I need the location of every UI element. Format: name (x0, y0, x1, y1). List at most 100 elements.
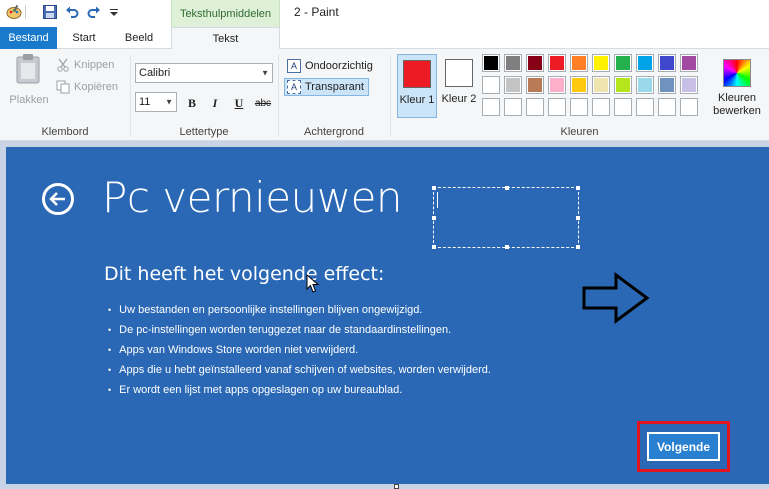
opaque-label: Ondoorzichtig (305, 60, 373, 72)
palette-color-swatch[interactable] (482, 76, 500, 94)
next-button[interactable]: Volgende (647, 432, 720, 461)
palette-color-swatch[interactable] (482, 98, 500, 116)
canvas-area[interactable]: Pc vernieuwen Dit heeft het volgende eff… (0, 141, 769, 489)
edit-colors-label: Kleuren bewerken (713, 92, 761, 117)
palette-color-swatch[interactable] (548, 54, 566, 72)
font-family-dropdown[interactable]: Calibri ▼ (135, 63, 273, 83)
resize-handle[interactable] (576, 216, 580, 220)
group-label-background: Achtergrond (304, 126, 364, 138)
customize-toolbar-icon[interactable] (106, 4, 122, 20)
group-label-colors: Kleuren (560, 126, 599, 138)
paste-button[interactable]: Plakken (6, 53, 52, 119)
palette-color-swatch[interactable] (526, 76, 544, 94)
copy-button[interactable]: Kopiëren (56, 80, 118, 94)
palette-color-swatch[interactable] (636, 98, 654, 116)
mouse-cursor-icon (306, 274, 320, 293)
palette-color-swatch[interactable] (614, 54, 632, 72)
font-size-value: 11 (139, 96, 151, 108)
palette-color-swatch[interactable] (636, 76, 654, 94)
palette-color-swatch[interactable] (526, 98, 544, 116)
color1-label: Kleur 1 (399, 94, 435, 106)
canvas-resize-handle[interactable] (394, 484, 399, 489)
palette-color-swatch[interactable] (504, 76, 522, 94)
tab-file[interactable]: Bestand (0, 27, 57, 49)
tab-view[interactable]: Beeld (111, 27, 167, 49)
paint-app-icon[interactable] (6, 4, 22, 20)
color1-button[interactable]: Kleur 1 (397, 54, 437, 118)
color2-button[interactable]: Kleur 2 (439, 54, 479, 118)
ribbon: Plakken Knippen Kopiëren Klembord Calibr… (0, 49, 769, 141)
separator (390, 55, 391, 137)
back-arrow-icon (42, 183, 74, 215)
palette-color-swatch[interactable] (570, 76, 588, 94)
palette-color-swatch[interactable] (592, 54, 610, 72)
chevron-down-icon: ▼ (261, 68, 269, 78)
chevron-down-icon: ▼ (165, 97, 173, 107)
separator (22, 4, 30, 20)
redo-icon[interactable] (86, 4, 102, 20)
list-item: Apps van Windows Store worden niet verwi… (108, 340, 491, 360)
palette-color-swatch[interactable] (614, 98, 632, 116)
italic-button[interactable]: I (206, 94, 224, 112)
image-canvas[interactable]: Pc vernieuwen Dit heeft het volgende eff… (6, 147, 769, 484)
separator (130, 55, 131, 137)
palette-color-swatch[interactable] (570, 98, 588, 116)
palette-color-swatch[interactable] (548, 76, 566, 94)
resize-handle[interactable] (576, 186, 580, 190)
undo-icon[interactable] (64, 4, 80, 20)
resize-handle[interactable] (505, 245, 509, 249)
resize-handle[interactable] (432, 245, 436, 249)
cut-button[interactable]: Knippen (56, 58, 114, 72)
tab-start[interactable]: Start (57, 27, 111, 49)
resize-handle[interactable] (432, 186, 436, 190)
list-item: Er wordt een lijst met apps opgeslagen o… (108, 380, 491, 400)
group-label-clipboard: Klembord (41, 126, 89, 138)
palette-color-swatch[interactable] (680, 54, 698, 72)
font-size-dropdown[interactable]: 11 ▼ (135, 92, 177, 112)
group-label-font: Lettertype (179, 126, 229, 138)
edit-colors-button[interactable]: Kleuren bewerken (706, 55, 768, 121)
palette-color-swatch[interactable] (636, 54, 654, 72)
palette-color-swatch[interactable] (504, 54, 522, 72)
separator (278, 55, 279, 137)
opaque-option[interactable]: A Ondoorzichtig (285, 57, 377, 75)
list-item: De pc-instellingen worden teruggezet naa… (108, 320, 491, 340)
transparent-label: Transparant (305, 81, 364, 93)
bold-button[interactable]: B (183, 94, 201, 112)
color1-swatch (403, 60, 431, 88)
tab-text[interactable]: Tekst (171, 27, 280, 50)
palette-color-swatch[interactable] (592, 98, 610, 116)
resize-handle[interactable] (576, 245, 580, 249)
list-item: Uw bestanden en persoonlijke instellinge… (108, 300, 491, 320)
underline-button[interactable]: U (230, 94, 248, 112)
palette-color-swatch[interactable] (658, 98, 676, 116)
palette-color-swatch[interactable] (482, 54, 500, 72)
palette-color-swatch[interactable] (680, 76, 698, 94)
palette-color-swatch[interactable] (658, 76, 676, 94)
font-family-value: Calibri (139, 67, 171, 79)
contextual-tab-group-label: Teksthulpmiddelen (171, 0, 280, 27)
resize-handle[interactable] (432, 216, 436, 220)
copy-icon (56, 80, 70, 94)
color2-label: Kleur 2 (441, 93, 477, 105)
palette-color-swatch[interactable] (658, 54, 676, 72)
palette-color-swatch[interactable] (614, 76, 632, 94)
copy-label: Kopiëren (74, 81, 119, 93)
palette-color-swatch[interactable] (570, 54, 588, 72)
color2-swatch (445, 59, 473, 87)
palette-color-swatch[interactable] (548, 98, 566, 116)
transparent-option[interactable]: A Transparant (284, 78, 369, 96)
palette-color-swatch[interactable] (504, 98, 522, 116)
strikethrough-button[interactable]: abc (252, 94, 274, 112)
palette-color-swatch[interactable] (680, 98, 698, 116)
text-selection-box[interactable] (432, 186, 580, 249)
save-icon[interactable] (42, 4, 58, 20)
cut-label: Knippen (74, 59, 115, 71)
highlight-rectangle: Volgende (637, 421, 730, 472)
color-palette (482, 54, 704, 116)
resize-handle[interactable] (505, 186, 509, 190)
scissors-icon (56, 58, 70, 72)
opaque-text-icon: A (287, 59, 301, 73)
palette-color-swatch[interactable] (526, 54, 544, 72)
palette-color-swatch[interactable] (592, 76, 610, 94)
